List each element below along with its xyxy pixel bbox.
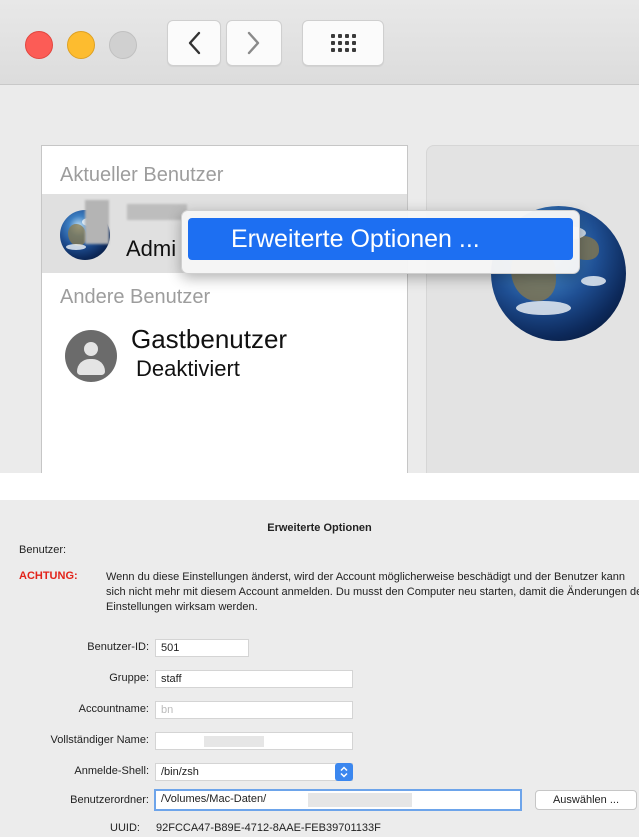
user-role: Admi	[126, 236, 177, 261]
guest-user-name[interactable]: Gastbenutzer	[131, 324, 287, 355]
minimize-window-button[interactable]	[67, 31, 95, 59]
warning-label: ACHTUNG:	[19, 570, 78, 582]
close-window-button[interactable]	[25, 31, 53, 59]
dialog-title: Erweiterte Optionen	[267, 522, 372, 534]
redacted-full-name	[204, 736, 264, 747]
account-name-field[interactable]: bn	[155, 701, 353, 719]
choose-button[interactable]: Auswählen ...	[535, 790, 637, 810]
advanced-options-menu-item[interactable]: Erweiterte Optionen ...	[188, 218, 573, 260]
user-label: Benutzer:	[19, 544, 67, 556]
user-list: Aktueller Benutzer Admi Andere Benutzer …	[41, 145, 408, 473]
user-id-label: Benutzer-ID:	[87, 641, 149, 653]
redacted-username	[127, 204, 187, 220]
home-folder-label: Benutzerordner:	[70, 794, 149, 806]
show-all-button[interactable]	[302, 20, 384, 66]
user-details-panel	[426, 145, 639, 473]
chevron-down-icon[interactable]	[335, 763, 353, 781]
full-name-field[interactable]	[155, 732, 353, 750]
home-folder-value: /Volumes/Mac-Daten/	[161, 793, 267, 805]
redacted-folder-path	[308, 793, 412, 807]
back-button[interactable]	[167, 20, 221, 66]
login-shell-value: /bin/zsh	[161, 766, 199, 778]
home-folder-field[interactable]: /Volumes/Mac-Daten/	[154, 789, 522, 811]
group-field[interactable]: staff	[155, 670, 353, 688]
advanced-options-dialog: Erweiterte Optionen Benutzer: ACHTUNG: W…	[0, 500, 639, 837]
user-id-field[interactable]: 501	[155, 639, 249, 657]
current-users-heading: Aktueller Benutzer	[60, 164, 224, 186]
group-label: Gruppe:	[109, 672, 149, 684]
chevron-left-icon	[188, 31, 201, 55]
window-toolbar	[0, 0, 639, 85]
login-shell-label: Anmelde-Shell:	[74, 765, 149, 777]
uuid-value: 92FCCA47-B89E-4712-8AAE-FEB39701133F	[156, 822, 381, 834]
uuid-label: UUID:	[110, 822, 140, 834]
full-name-label: Vollständiger Name:	[50, 734, 149, 746]
context-menu: Erweiterte Optionen ...	[181, 210, 580, 274]
grid-icon	[330, 34, 356, 52]
forward-button[interactable]	[226, 20, 282, 66]
other-users-heading: Andere Benutzer	[60, 286, 211, 308]
guest-user-status: Deaktiviert	[136, 356, 240, 381]
zoom-window-button[interactable]	[109, 31, 137, 59]
guest-avatar	[65, 330, 117, 382]
warning-text: Wenn du diese Einstellungen änderst, wir…	[106, 571, 639, 613]
redacted-block	[85, 200, 109, 244]
chevron-right-icon	[247, 31, 260, 55]
login-shell-select[interactable]: /bin/zsh	[155, 763, 353, 781]
user-groups-panel: Aktueller Benutzer Admi Andere Benutzer …	[0, 0, 639, 473]
account-name-label: Accountname:	[78, 703, 149, 715]
